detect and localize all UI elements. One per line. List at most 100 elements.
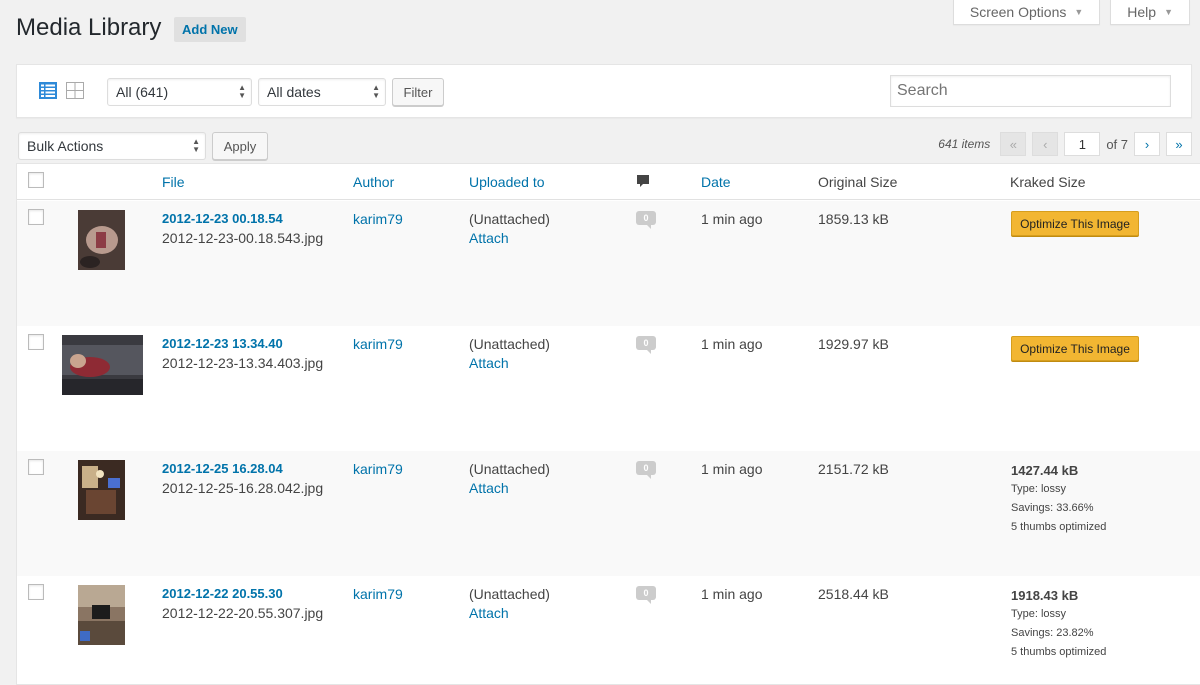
original-size-value: 2151.72 kB [818,461,889,477]
kraked-type: Type: lossy [1011,483,1067,495]
date-filter-value: All dates [267,84,321,100]
table-row: 2012-12-22 20.55.30 2012-12-22-20.55.307… [17,576,1200,684]
original-size-value: 1859.13 kB [818,211,889,227]
table-row: 2012-12-23 00.18.54 2012-12-23-00.18.543… [17,201,1200,326]
file-name: 2012-12-25-16.28.042.jpg [162,480,324,496]
page-title: Media Library [16,14,162,41]
row-checkbox[interactable] [28,584,44,600]
table-row: 2012-12-25 16.28.04 2012-12-25-16.28.042… [17,451,1200,576]
kraked-size-value: 1427.44 kB [1011,463,1079,478]
prev-page-button: ‹ [1032,132,1059,156]
current-page-input[interactable] [1064,132,1101,156]
media-type-filter[interactable]: All (641) ▲ ▼ [107,78,252,106]
search-input[interactable] [890,75,1171,107]
kraked-thumbs: 5 thumbs optimized [1011,521,1107,533]
kraked-thumbs: 5 thumbs optimized [1011,646,1107,658]
uploaded-cell: (Unattached) Attach [469,211,550,246]
column-uploaded-to[interactable]: Uploaded to [469,174,545,190]
row-checkbox[interactable] [28,209,44,225]
attach-link[interactable]: Attach [469,605,550,621]
items-count: 641 items [938,137,991,151]
table-row: 2012-12-23 13.34.40 2012-12-23-13.34.403… [17,326,1200,451]
first-page-button: « [1000,132,1027,156]
file-title-link[interactable]: 2012-12-23 00.18.54 [162,211,323,226]
attach-link[interactable]: Attach [469,480,550,496]
uploaded-cell: (Unattached) Attach [469,586,550,621]
table-header: File Author Uploaded to Date Original Si… [17,164,1200,200]
next-page-button[interactable]: › [1134,132,1160,156]
column-date[interactable]: Date [701,174,731,190]
author-link[interactable]: karim79 [353,461,403,477]
file-title-link[interactable]: 2012-12-25 16.28.04 [162,461,323,476]
select-arrows-icon: ▲ ▼ [238,83,246,100]
column-file[interactable]: File [162,174,185,190]
screen-options-button[interactable]: Screen Options ▼ [952,0,1101,25]
kraked-size-value: 1918.43 kB [1011,588,1079,603]
date-value: 1 min ago [701,461,763,477]
screen-meta-links: Screen Options ▼ Help ▼ [952,0,1190,25]
date-filter[interactable]: All dates ▲ ▼ [258,78,386,106]
select-arrows-icon: ▲ ▼ [192,137,200,154]
media-toolbar: All (641) ▲ ▼ All dates ▲ ▼ Filter [16,64,1192,118]
caret-down-icon: ▼ [1074,7,1084,17]
file-name: 2012-12-22-20.55.307.jpg [162,605,324,621]
last-page-button[interactable]: » [1166,132,1192,156]
list-view-icon[interactable] [39,82,57,99]
comment-count-badge[interactable]: 0 [636,461,656,479]
column-author[interactable]: Author [353,174,394,190]
date-value: 1 min ago [701,211,763,227]
media-thumbnail[interactable] [78,585,125,645]
screen-options-label: Screen Options [969,4,1067,20]
unattached-label: (Unattached) [469,586,550,602]
comment-count-badge[interactable]: 0 [636,586,656,604]
pagination: 641 items « ‹ of 7 › » [938,132,1192,156]
file-name: 2012-12-23-00.18.543.jpg [162,230,324,246]
file-name: 2012-12-23-13.34.403.jpg [162,355,324,371]
file-cell: 2012-12-23 13.34.40 2012-12-23-13.34.403… [162,336,323,371]
file-cell: 2012-12-23 00.18.54 2012-12-23-00.18.543… [162,211,323,246]
select-arrows-icon: ▲ ▼ [372,83,380,100]
media-thumbnail[interactable] [78,210,125,270]
attach-link[interactable]: Attach [469,355,550,371]
column-original-size: Original Size [818,174,898,190]
author-link[interactable]: karim79 [353,586,403,602]
uploaded-cell: (Unattached) Attach [469,336,550,371]
row-checkbox[interactable] [28,334,44,350]
comment-count-badge[interactable]: 0 [636,336,656,354]
optimize-image-button[interactable]: Optimize This Image [1011,336,1139,361]
media-thumbnail[interactable] [78,460,125,520]
kraked-info: 1918.43 kB Type: lossy Savings: 23.82% 5… [1011,586,1106,662]
unattached-label: (Unattached) [469,461,550,477]
kraked-savings: Savings: 33.66% [1011,502,1094,514]
help-label: Help [1127,4,1157,20]
unattached-label: (Unattached) [469,336,550,352]
file-cell: 2012-12-22 20.55.30 2012-12-22-20.55.307… [162,586,323,621]
media-type-value: All (641) [116,84,169,100]
author-link[interactable]: karim79 [353,336,403,352]
add-new-button[interactable]: Add New [174,17,246,42]
author-link[interactable]: karim79 [353,211,403,227]
caret-down-icon: ▼ [1164,7,1173,17]
file-title-link[interactable]: 2012-12-22 20.55.30 [162,586,323,601]
file-cell: 2012-12-25 16.28.04 2012-12-25-16.28.042… [162,461,323,496]
file-title-link[interactable]: 2012-12-23 13.34.40 [162,336,323,351]
original-size-value: 2518.44 kB [818,586,889,602]
kraked-info: 1427.44 kB Type: lossy Savings: 33.66% 5… [1011,461,1106,537]
uploaded-cell: (Unattached) Attach [469,461,550,496]
media-thumbnail[interactable] [62,335,143,395]
bulk-actions-select[interactable]: Bulk Actions ▲ ▼ [18,132,206,160]
media-table: File Author Uploaded to Date Original Si… [16,163,1200,685]
attach-link[interactable]: Attach [469,230,550,246]
date-value: 1 min ago [701,586,763,602]
filter-button[interactable]: Filter [392,78,444,106]
grid-view-icon[interactable] [66,82,84,99]
select-all-checkbox[interactable] [28,172,44,188]
row-checkbox[interactable] [28,459,44,475]
bulk-actions-value: Bulk Actions [27,138,104,154]
kraked-savings: Savings: 23.82% [1011,627,1094,639]
comment-icon[interactable] [636,174,650,188]
apply-button[interactable]: Apply [212,132,268,160]
optimize-image-button[interactable]: Optimize This Image [1011,211,1139,236]
help-button[interactable]: Help ▼ [1110,0,1190,25]
comment-count-badge[interactable]: 0 [636,211,656,229]
